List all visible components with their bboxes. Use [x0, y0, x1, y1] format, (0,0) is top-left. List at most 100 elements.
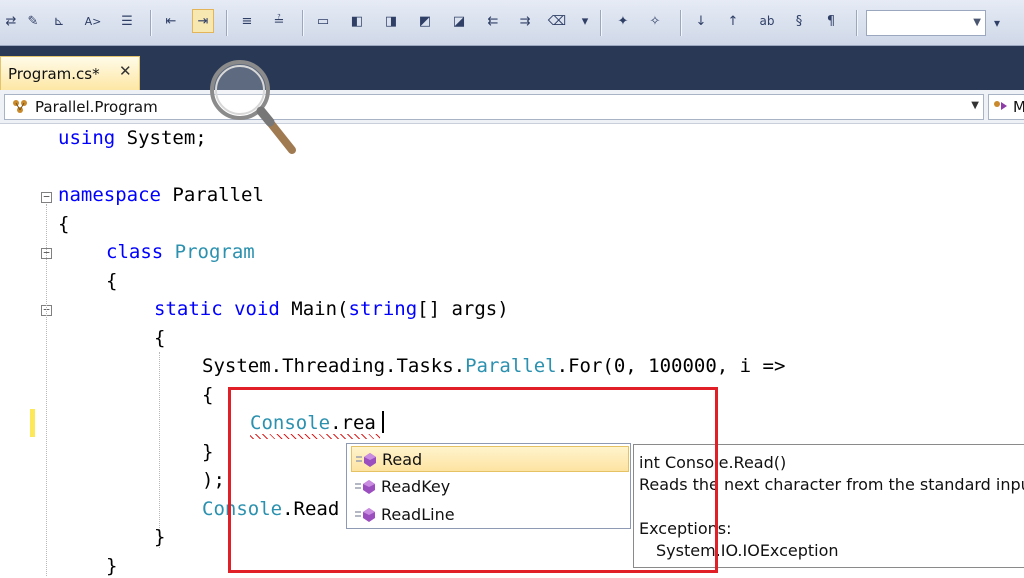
tab-program-cs[interactable]: Program.cs* ✕ — [0, 56, 140, 90]
increase-indent-icon[interactable]: ⇥ — [192, 9, 214, 33]
format-doc-icon[interactable]: ¶ — [820, 9, 842, 33]
completion-item-label: ReadLine — [381, 505, 455, 524]
keyword: using — [58, 127, 116, 149]
member-dropdown-value: M — [1013, 98, 1024, 116]
indent-guide — [159, 352, 160, 548]
tooltip-exception: System.IO.IOException — [656, 541, 839, 560]
prev-folder-bookmark-icon[interactable]: ◩ — [414, 9, 436, 33]
format-icon[interactable]: § — [788, 9, 810, 33]
code-line-10: Console.rea — [250, 411, 376, 435]
code-text: System; — [115, 127, 207, 149]
document-tab-strip: Program.cs* ✕ — [0, 46, 1024, 90]
code-text: Main( — [279, 298, 349, 320]
navigation-bar: Parallel.Program ▼ M — [0, 90, 1024, 124]
code-line-8: System.Threading.Tasks.Parallel.For(0, 1… — [202, 354, 785, 378]
uncomment-icon[interactable]: ≟ — [268, 9, 290, 33]
type-name: Program — [174, 241, 255, 263]
method-icon — [355, 480, 375, 494]
code-text: Parallel — [160, 184, 264, 206]
outline-icon[interactable]: ☰ — [116, 9, 138, 33]
code-line-13: Console.Read — [202, 497, 339, 521]
code-text: .Read — [282, 498, 340, 520]
completion-list[interactable]: Read ReadKey ReadLine — [346, 443, 631, 529]
code-line-15: } — [106, 554, 117, 578]
comment-icon[interactable]: ≡ — [236, 9, 258, 33]
keyword: class — [106, 241, 164, 263]
rename-icon[interactable]: ✎ — [22, 9, 44, 33]
class-icon — [13, 100, 27, 113]
prev-bookmark-icon[interactable]: ◧ — [346, 9, 368, 33]
toolbar-separator — [680, 10, 682, 36]
tooltip-exceptions-label: Exceptions: — [639, 519, 732, 538]
replace-icon[interactable]: ab — [756, 9, 778, 33]
tooltip-signature: int Console.Read() — [639, 453, 787, 472]
code-line-1: using System; — [58, 126, 207, 150]
add-item-icon[interactable]: ✧ — [644, 9, 666, 33]
new-item-icon[interactable]: ✦ — [612, 9, 634, 33]
error-squiggle — [250, 434, 380, 439]
code-line-7: { — [154, 326, 165, 350]
collapse-icon[interactable]: − — [41, 191, 52, 203]
code-text: ); — [202, 469, 225, 491]
completion-item-readkey[interactable]: ReadKey — [351, 474, 629, 500]
bookmark-icon[interactable]: ▭ — [312, 9, 334, 33]
move-down-icon[interactable]: ↓ — [690, 9, 712, 33]
toolbar-separator — [302, 10, 304, 36]
outline-guide — [46, 204, 47, 576]
refactor-icon[interactable]: ⇄ — [0, 9, 22, 33]
pin-icon[interactable]: ⊾ — [48, 9, 70, 33]
next-folder-bookmark-icon[interactable]: ◪ — [448, 9, 470, 33]
code-line-12: ); — [202, 468, 225, 492]
prev-doc-bookmark-icon[interactable]: ⇇ — [482, 9, 504, 33]
decrease-indent-icon[interactable]: ⇤ — [160, 9, 182, 33]
chevron-down-icon: ▼ — [973, 17, 981, 28]
font-icon[interactable]: A> — [82, 9, 104, 33]
type-dropdown[interactable]: Parallel.Program ▼ — [4, 94, 984, 120]
code-line-5: { — [106, 269, 117, 293]
type-name: Console — [202, 498, 283, 520]
quick-info-tooltip: int Console.Read() Reads the next charac… — [633, 444, 1024, 568]
toolbar-combo[interactable]: ▼ — [866, 10, 986, 36]
code-text: { — [58, 213, 70, 235]
toolbar-overflow-icon[interactable]: ▾ — [994, 16, 1000, 30]
completion-item-label: ReadKey — [381, 477, 451, 496]
toolbar-overflow-icon[interactable]: ▾ — [574, 9, 596, 33]
toolbar-separator — [226, 10, 228, 36]
method-icon — [994, 101, 1007, 110]
tooltip-description: Reads the next character from the standa… — [639, 475, 1024, 494]
code-text: [] args) — [417, 298, 509, 320]
method-icon — [355, 508, 375, 522]
code-line-2: namespace Parallel — [58, 183, 264, 207]
member-dropdown[interactable]: M — [988, 94, 1024, 120]
code-line-6: static void Main(string[] args) — [154, 297, 509, 321]
code-text: } — [202, 441, 214, 463]
next-doc-bookmark-icon[interactable]: ⇉ — [514, 9, 536, 33]
keyword: namespace — [58, 184, 161, 206]
standard-toolbar: ⇄ ✎ ⊾ A> ☰ ⇤ ⇥ ≡ ≟ ▭ ◧ ◨ ◩ ◪ ⇇ ⇉ ⌫ ▾ ✦ ✧… — [0, 0, 1024, 46]
code-text: } — [154, 526, 166, 548]
keyword: static — [154, 298, 223, 320]
tab-label: Program.cs* — [8, 65, 100, 83]
toolbar-separator — [600, 10, 602, 36]
type-name: Parallel — [465, 355, 557, 377]
clear-bookmarks-icon[interactable]: ⌫ — [546, 9, 568, 33]
completion-item-label: Read — [382, 450, 423, 469]
move-up-icon[interactable]: ↑ — [722, 9, 744, 33]
code-text: .rea — [330, 412, 376, 434]
keyword: string — [348, 298, 418, 320]
code-line-11: } — [202, 440, 213, 464]
next-bookmark-icon[interactable]: ◨ — [380, 9, 402, 33]
code-text: .For(0, 100000, i => — [556, 355, 786, 377]
code-line-3: { — [58, 212, 69, 236]
completion-item-readline[interactable]: ReadLine — [351, 502, 629, 528]
code-line-9: { — [202, 383, 213, 407]
code-line-4: class Program — [106, 240, 255, 264]
change-marker — [30, 409, 35, 437]
close-icon[interactable]: ✕ — [119, 62, 132, 80]
keyword: void — [234, 298, 280, 320]
toolbar-separator — [150, 10, 152, 36]
completion-item-read[interactable]: Read — [351, 446, 629, 472]
type-name: Console — [250, 412, 331, 434]
code-text: { — [154, 327, 166, 349]
